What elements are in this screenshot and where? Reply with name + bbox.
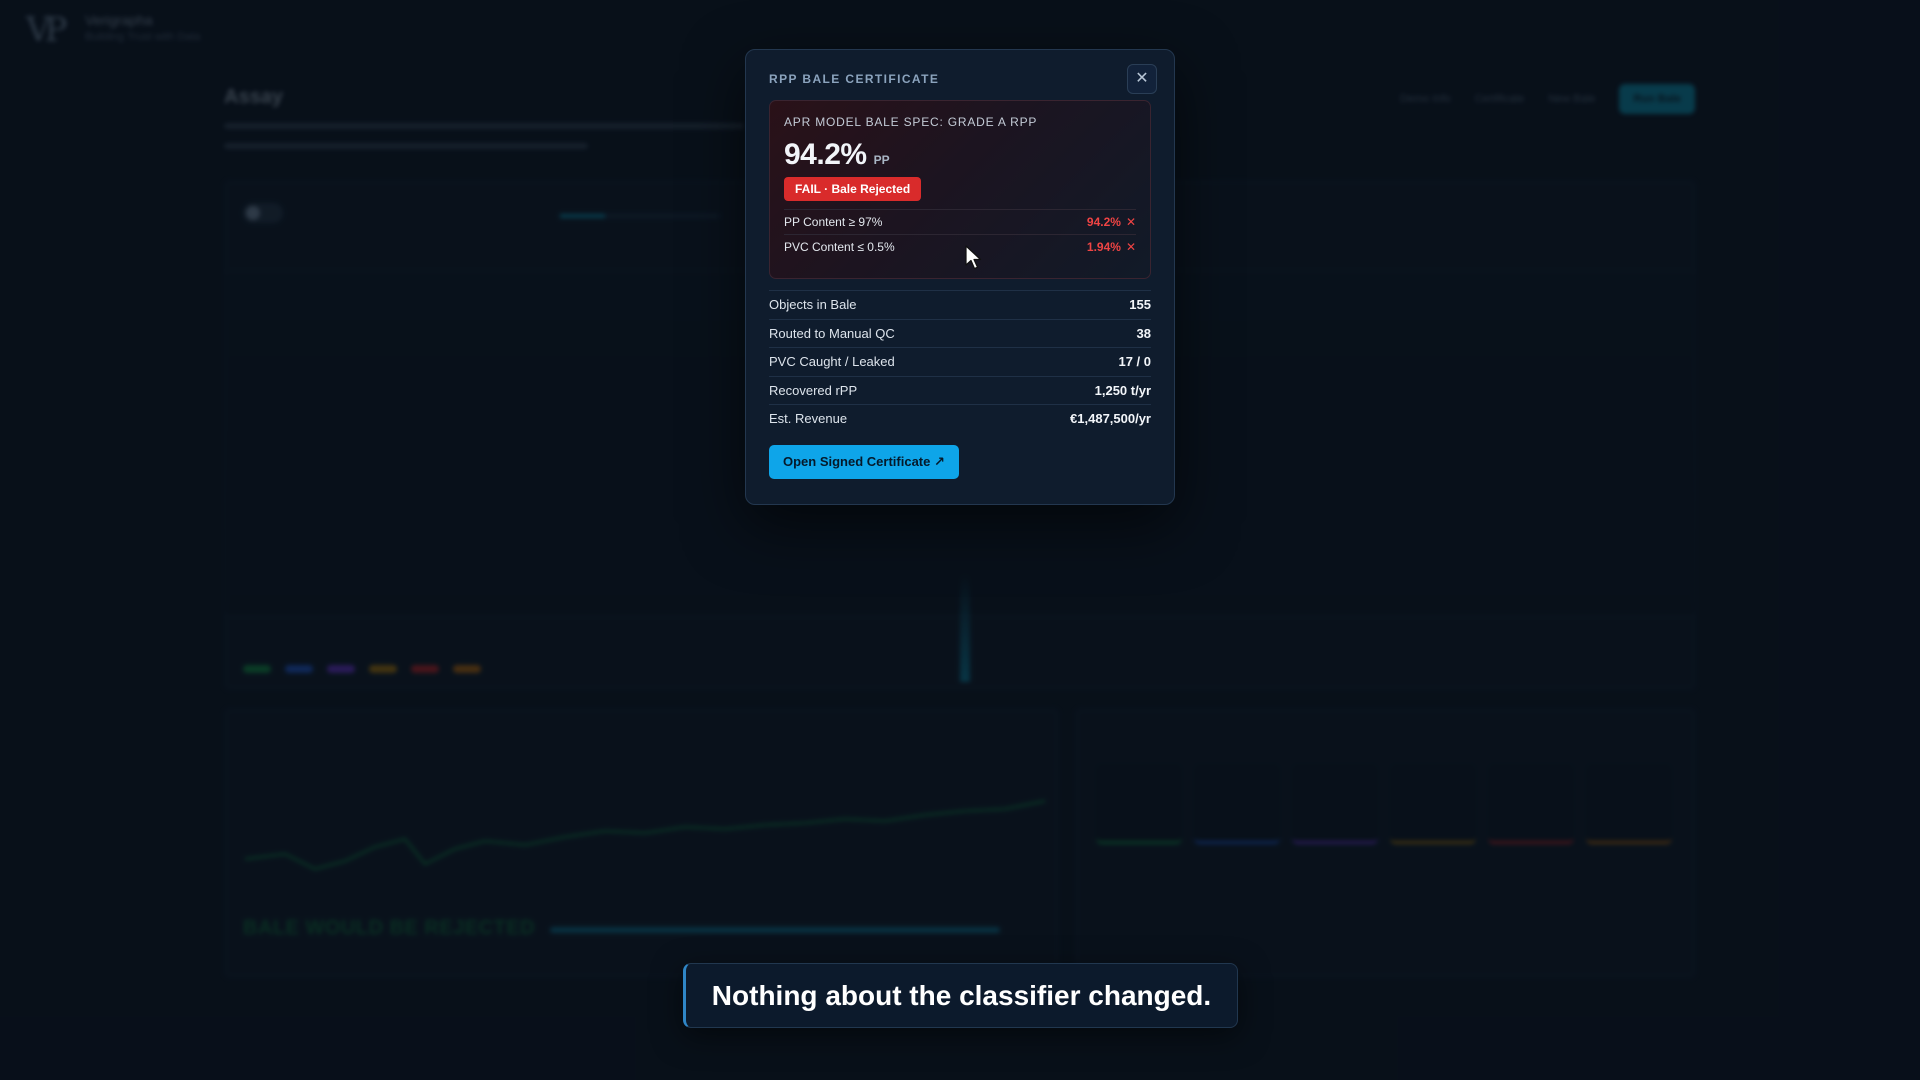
status-badge: FAIL · Bale Rejected: [784, 177, 922, 201]
mouse-cursor-icon: [965, 245, 982, 270]
check-row: PP Content ≥ 97% 94.2% ✕: [784, 209, 1136, 234]
purity-readout: 94.2% PP: [784, 138, 1136, 172]
stat-row: PVC Caught / Leaked 17 / 0: [769, 347, 1151, 376]
check-row: PVC Content ≤ 0.5% 1.94% ✕: [784, 234, 1136, 259]
fail-x-icon: ✕: [1125, 240, 1136, 254]
certificate-modal: RPP BALE CERTIFICATE ✕ APR MODEL BALE SP…: [745, 49, 1175, 505]
stat-row: Est. Revenue €1,487,500/yr: [769, 404, 1151, 433]
spec-label: APR MODEL BALE SPEC: GRADE A RPP: [784, 115, 1038, 129]
close-button[interactable]: ✕: [1127, 64, 1157, 94]
modal-title: RPP BALE CERTIFICATE: [769, 72, 940, 86]
stat-value: 38: [1136, 325, 1151, 341]
check-value: 94.2%: [1086, 215, 1121, 229]
open-certificate-button[interactable]: Open Signed Certificate ↗: [769, 444, 959, 479]
close-icon: ✕: [1135, 70, 1149, 87]
stat-value: 155: [1129, 297, 1151, 313]
check-label: PP Content ≥ 97%: [784, 215, 883, 229]
bale-stats: Objects in Bale 155 Routed to Manual QC …: [769, 290, 1151, 433]
stat-row: Recovered rPP 1,250 t/yr: [769, 375, 1151, 405]
stat-label: Objects in Bale: [769, 297, 857, 313]
fail-x-icon: ✕: [1125, 215, 1136, 229]
spec-result-box: APR MODEL BALE SPEC: GRADE A RPP 94.2% P…: [769, 100, 1151, 279]
purity-unit: PP: [873, 153, 890, 167]
purity-value: 94.2%: [784, 138, 867, 171]
stat-label: Recovered rPP: [769, 382, 858, 398]
stat-label: PVC Caught / Leaked: [769, 354, 895, 370]
stat-row: Objects in Bale 155: [769, 290, 1151, 319]
stat-row: Routed to Manual QC 38: [769, 318, 1151, 348]
stat-value: 1,250 t/yr: [1094, 382, 1151, 398]
stat-value: 17 / 0: [1118, 354, 1151, 370]
caption-subtitle: Nothing about the classifier changed.: [683, 963, 1238, 1028]
stat-label: Est. Revenue: [769, 411, 848, 427]
stat-label: Routed to Manual QC: [769, 325, 895, 341]
check-value: 1.94%: [1086, 240, 1121, 254]
stat-value: €1,487,500/yr: [1070, 411, 1151, 427]
check-label: PVC Content ≤ 0.5%: [784, 240, 895, 254]
spec-checks: PP Content ≥ 97% 94.2% ✕ PVC Content ≤ 0…: [784, 209, 1136, 259]
check-value-cell: 94.2% ✕: [1087, 215, 1136, 229]
check-value-cell: 1.94% ✕: [1087, 240, 1136, 254]
